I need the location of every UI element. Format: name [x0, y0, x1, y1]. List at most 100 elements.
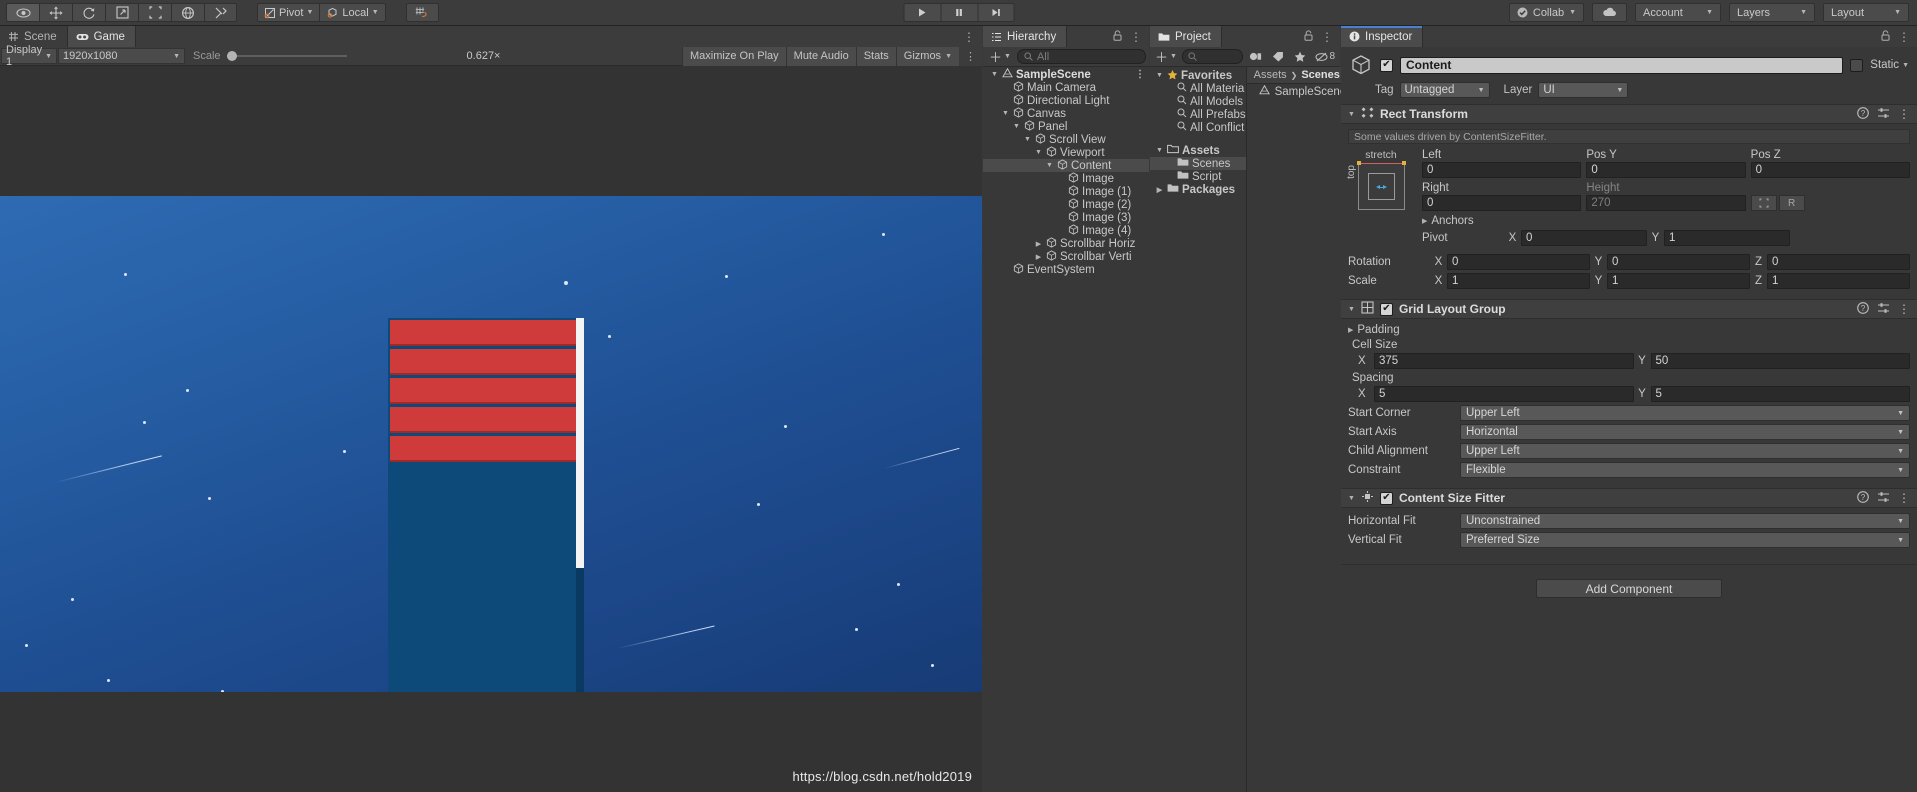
- hierarchy-item-image-4[interactable]: Image (4): [983, 223, 1149, 237]
- scale-tool-button[interactable]: [105, 3, 138, 22]
- project-tree-item-scenes[interactable]: Scenes: [1150, 157, 1246, 170]
- list-item[interactable]: [390, 436, 578, 462]
- foldout-arrow-icon[interactable]: ▼: [1045, 162, 1054, 169]
- create-asset-button[interactable]: ＋ ▼: [1152, 49, 1180, 65]
- preset-icon[interactable]: [1877, 491, 1890, 506]
- anchor-preset-widget[interactable]: stretch top: [1346, 149, 1414, 249]
- mute-audio-button[interactable]: Mute Audio: [785, 46, 856, 66]
- pivot-x-input[interactable]: 0: [1521, 230, 1647, 246]
- hierarchy-item-panel[interactable]: ▼ Panel: [983, 119, 1149, 133]
- project-asset-item[interactable]: SampleScene: [1247, 84, 1347, 99]
- maximize-on-play-button[interactable]: Maximize On Play: [682, 46, 786, 66]
- spacing-x-input[interactable]: 5: [1374, 386, 1634, 402]
- height-input[interactable]: 270: [1586, 195, 1746, 211]
- rect-transform-header[interactable]: ▼ Rect Transform ? ⋮: [1341, 104, 1917, 124]
- rect-tool-button[interactable]: [138, 3, 171, 22]
- project-tree-item-script[interactable]: Script: [1150, 170, 1246, 183]
- scale-y-input[interactable]: 1: [1607, 273, 1750, 289]
- tab-game[interactable]: Game: [67, 26, 136, 47]
- grid-snap-button[interactable]: [405, 3, 439, 22]
- padding-foldout[interactable]: ▶ Padding: [1348, 324, 1910, 336]
- help-icon[interactable]: ?: [1857, 301, 1869, 317]
- lock-icon[interactable]: [1881, 29, 1890, 44]
- help-icon[interactable]: ?: [1857, 490, 1869, 506]
- filter-by-label-button[interactable]: [1267, 49, 1288, 65]
- scale-z-input[interactable]: 1: [1767, 273, 1910, 289]
- foldout-arrow-icon[interactable]: ▼: [990, 71, 999, 78]
- hierarchy-item-directional-light[interactable]: Directional Light: [983, 93, 1149, 107]
- gameobject-name-field[interactable]: Content: [1400, 56, 1844, 74]
- content-size-fitter-header[interactable]: ▼ ✔ Content Size Fitter ? ⋮: [1341, 488, 1917, 508]
- hierarchy-search-input[interactable]: All: [1016, 49, 1146, 64]
- posz-input[interactable]: 0: [1750, 162, 1910, 178]
- kebab-menu-icon[interactable]: ⋮: [1321, 30, 1333, 44]
- create-gameobject-button[interactable]: ＋ ▼: [986, 49, 1014, 65]
- tag-dropdown[interactable]: Untagged ▼: [1399, 82, 1490, 98]
- right-input[interactable]: 0: [1422, 195, 1582, 211]
- foldout-arrow-icon[interactable]: ▼: [1023, 136, 1032, 143]
- rotation-y-input[interactable]: 0: [1607, 254, 1750, 270]
- static-checkbox[interactable]: ✔: [1850, 58, 1864, 72]
- foldout-arrow-icon[interactable]: ▼: [1012, 123, 1021, 130]
- custom-editor-tool-button[interactable]: [204, 3, 237, 22]
- hierarchy-item-samplescene[interactable]: ▼ SampleScene ⋮: [983, 67, 1149, 81]
- foldout-arrow-icon[interactable]: ▼: [1348, 306, 1355, 313]
- breadcrumb-assets[interactable]: Assets: [1254, 69, 1287, 81]
- resolution-dropdown[interactable]: 1920x1080 ▼: [58, 48, 185, 64]
- left-input[interactable]: 0: [1422, 162, 1582, 178]
- foldout-arrow-icon[interactable]: ▼: [1348, 111, 1355, 118]
- stats-button[interactable]: Stats: [855, 46, 896, 66]
- pivot-y-input[interactable]: 1: [1664, 230, 1790, 246]
- rotate-tool-button[interactable]: [72, 3, 105, 22]
- preset-icon[interactable]: [1877, 107, 1890, 122]
- hierarchy-item-scroll-view[interactable]: ▼ Scroll View: [983, 132, 1149, 146]
- project-tree-item-all-models[interactable]: All Models: [1150, 95, 1246, 108]
- foldout-arrow-icon[interactable]: ▶: [1155, 186, 1164, 194]
- cell-size-y-input[interactable]: 50: [1650, 353, 1910, 369]
- hierarchy-item-eventsystem[interactable]: EventSystem: [983, 262, 1149, 276]
- vertical-scrollbar-handle[interactable]: [576, 318, 584, 568]
- move-tool-button[interactable]: [39, 3, 72, 22]
- hierarchy-item-content[interactable]: ▼ Content: [983, 158, 1149, 172]
- project-tree-item-packages[interactable]: ▶ Packages: [1150, 183, 1246, 196]
- project-tree-item-assets[interactable]: ▼ Assets: [1150, 144, 1246, 157]
- foldout-arrow-icon[interactable]: ▼: [1155, 72, 1164, 79]
- hand-tool-button[interactable]: [6, 3, 39, 22]
- anchors-foldout[interactable]: ▶ Anchors: [1422, 215, 1910, 227]
- preset-icon[interactable]: [1877, 302, 1890, 317]
- blueprint-mode-button[interactable]: [1750, 195, 1777, 211]
- list-item[interactable]: [390, 378, 578, 404]
- project-search-input[interactable]: [1181, 49, 1243, 64]
- play-button[interactable]: [903, 3, 940, 22]
- start-axis-dropdown[interactable]: Horizontal ▼: [1460, 424, 1910, 440]
- game-view-kebab-icon[interactable]: ⋮: [959, 46, 982, 66]
- project-tree-item-all-conflict[interactable]: All Conflict: [1150, 121, 1246, 134]
- project-tree-item-all-prefabs[interactable]: All Prefabs: [1150, 108, 1246, 121]
- content-size-fitter-enabled-checkbox[interactable]: ✔: [1379, 491, 1393, 505]
- lock-icon[interactable]: [1304, 29, 1313, 44]
- foldout-arrow-icon[interactable]: ▼: [1034, 149, 1043, 156]
- collab-button[interactable]: Collab ▼: [1508, 3, 1584, 22]
- spacing-y-input[interactable]: 5: [1650, 386, 1910, 402]
- hierarchy-item-image[interactable]: Image: [983, 171, 1149, 185]
- horizontal-fit-dropdown[interactable]: Unconstrained ▼: [1460, 513, 1910, 529]
- kebab-menu-icon[interactable]: ⋮: [1135, 69, 1145, 80]
- hierarchy-item-image-1[interactable]: Image (1): [983, 184, 1149, 198]
- layout-button[interactable]: Layout ▼: [1823, 3, 1909, 22]
- constraint-dropdown[interactable]: Flexible ▼: [1460, 462, 1910, 478]
- kebab-menu-icon[interactable]: ⋮: [1898, 491, 1910, 505]
- project-tree-item-favorites[interactable]: ▼ Favorites: [1150, 69, 1246, 82]
- scale-x-input[interactable]: 1: [1447, 273, 1590, 289]
- tab-hierarchy[interactable]: Hierarchy: [983, 26, 1068, 47]
- scale-slider-knob[interactable]: [226, 51, 237, 61]
- foldout-arrow-icon[interactable]: ▶: [1034, 240, 1043, 248]
- foldout-arrow-icon[interactable]: ▼: [1348, 495, 1355, 502]
- transform-tool-button[interactable]: [171, 3, 204, 22]
- foldout-arrow-icon[interactable]: ▼: [1155, 147, 1164, 154]
- lock-icon[interactable]: [1113, 29, 1122, 44]
- foldout-arrow-icon[interactable]: ▶: [1034, 253, 1043, 261]
- hidden-packages-button[interactable]: 8: [1313, 49, 1338, 65]
- scale-slider[interactable]: [226, 51, 347, 61]
- kebab-menu-icon[interactable]: ⋮: [1898, 30, 1910, 44]
- hierarchy-item-image-3[interactable]: Image (3): [983, 210, 1149, 224]
